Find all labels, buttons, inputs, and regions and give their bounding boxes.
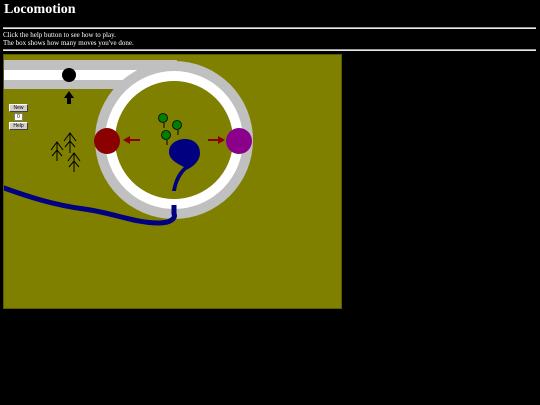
new-button[interactable]: New <box>9 104 28 112</box>
page-title: Locomotion <box>4 2 76 17</box>
pine-tree-icon <box>63 132 77 153</box>
board-scene <box>4 60 253 226</box>
pine-trees <box>50 132 81 172</box>
control-panel: New 0 Help <box>9 104 31 131</box>
help-button[interactable]: Help <box>9 122 28 130</box>
instruction-moves: The box shows how many moves you've done… <box>3 39 134 47</box>
black-ball[interactable] <box>62 68 76 82</box>
instruction-help: Click the help button to see how to play… <box>3 31 116 39</box>
bottom-divider <box>3 49 536 51</box>
red-station[interactable] <box>94 128 120 154</box>
game-board[interactable]: New 0 Help <box>3 54 342 309</box>
moves-counter: 0 <box>14 113 23 121</box>
instructions: Click the help button to see how to play… <box>3 31 134 47</box>
pine-tree-icon <box>67 152 81 172</box>
purple-station[interactable] <box>226 128 252 154</box>
top-divider <box>3 27 536 29</box>
up-arrow-icon[interactable] <box>64 91 74 104</box>
pine-tree-icon <box>50 141 64 161</box>
